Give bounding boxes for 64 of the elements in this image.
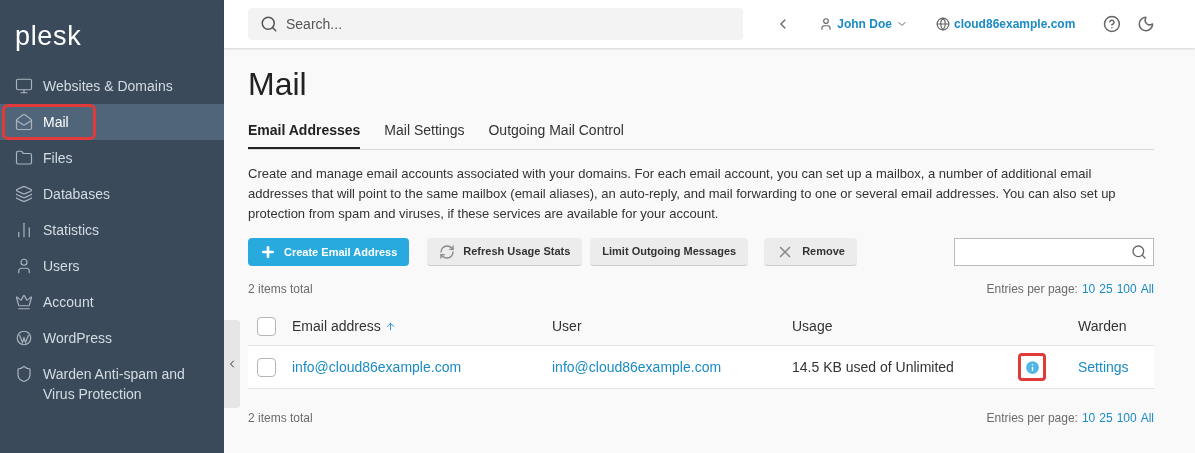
mail-icon <box>15 113 33 131</box>
shield-icon <box>15 365 33 383</box>
toolbar-button[interactable]: Remove <box>764 238 857 266</box>
table-cell-text: 14.5 KB used of Unlimited <box>792 357 955 377</box>
entries-per-page-label: Entries per page: <box>986 410 1078 427</box>
refresh-icon <box>439 243 456 260</box>
page-title: Mail <box>248 65 308 104</box>
column-header[interactable]: Email address <box>292 316 381 337</box>
bar-chart-icon <box>15 221 33 239</box>
moon-icon[interactable] <box>1137 15 1155 33</box>
items-total: 2 items total <box>248 410 313 427</box>
column-header[interactable]: User <box>552 318 582 334</box>
help-icon[interactable] <box>1103 15 1122 33</box>
column-header[interactable]: Warden <box>1078 318 1127 334</box>
checkbox[interactable] <box>257 317 276 336</box>
page-size-link[interactable]: 10 <box>1081 280 1096 298</box>
items-total: 2 items total <box>248 281 313 298</box>
user-menu[interactable]: John Doe <box>819 15 908 33</box>
user-link[interactable]: info@cloud86example.com <box>552 356 792 378</box>
page-size-link[interactable]: 100 <box>1116 409 1137 427</box>
page-size-link[interactable]: 100 <box>1116 280 1137 298</box>
toolbar-button[interactable]: Refresh Usage Stats <box>427 238 583 266</box>
search-field[interactable]: Search... <box>248 8 744 40</box>
search-input[interactable]: Search... <box>286 13 732 35</box>
filter-field[interactable] <box>954 238 1154 266</box>
sidebar-item[interactable]: Account <box>0 284 224 320</box>
sidebar-item[interactable]: Databases <box>0 176 224 212</box>
monitor-icon <box>15 77 33 95</box>
tab[interactable]: Mail Settings <box>384 120 465 149</box>
sidebar-item[interactable]: Files <box>0 140 224 176</box>
column-header[interactable]: Usage <box>792 318 833 334</box>
tab[interactable]: Email Addresses <box>248 120 361 149</box>
info-icon[interactable] <box>1018 353 1046 381</box>
collapse-handle[interactable] <box>224 320 240 408</box>
email-link[interactable]: info@cloud86example.com <box>292 356 552 378</box>
search-icon <box>1131 244 1147 260</box>
page-size-link[interactable]: All <box>1140 280 1154 298</box>
sidebar-item[interactable]: Users <box>0 248 224 284</box>
wordpress-icon <box>15 329 33 347</box>
page-size-link[interactable]: 25 <box>1099 409 1113 427</box>
user-icon <box>819 17 834 31</box>
sidebar-item[interactable]: Warden Anti-spam and Virus Protection <box>0 356 224 412</box>
logo[interactable]: plesk <box>15 23 82 50</box>
checkbox[interactable] <box>257 357 276 377</box>
entries-per-page-label: Entries per page: <box>986 281 1078 298</box>
sidebar-item[interactable]: WordPress <box>0 320 224 356</box>
description: Create and manage email accounts associated with your domains. For each email account, you can set up a mailbox, a number of additional email addresses that will point to the same mailbox (email aliases), an auto-reply, and mail forwarding to one or several email addresses. You can also set up protection from spam and viruses, if these services are available for your account. <box>248 165 1117 223</box>
sidebar-item[interactable]: Websites & Domains <box>0 68 224 104</box>
crown-icon <box>15 293 33 311</box>
page-size-link[interactable]: All <box>1140 409 1154 427</box>
plus-icon <box>260 244 276 260</box>
user-icon <box>15 257 33 275</box>
globe-icon <box>935 17 950 31</box>
sidebar-item[interactable]: Statistics <box>0 212 224 248</box>
folder-icon <box>15 149 33 167</box>
settings-link[interactable]: Settings <box>1078 356 1129 378</box>
tab[interactable]: Outgoing Mail Control <box>488 120 624 149</box>
layers-icon <box>15 185 33 203</box>
toolbar-button[interactable]: Limit Outgoing Messages <box>590 238 749 266</box>
search-icon <box>260 15 278 33</box>
page-size-link[interactable]: 10 <box>1081 409 1096 427</box>
sidebar-item[interactable]: Mail <box>0 104 224 140</box>
domain-link[interactable]: cloud86example.com <box>935 15 1076 33</box>
page-size-link[interactable]: 25 <box>1099 280 1113 298</box>
